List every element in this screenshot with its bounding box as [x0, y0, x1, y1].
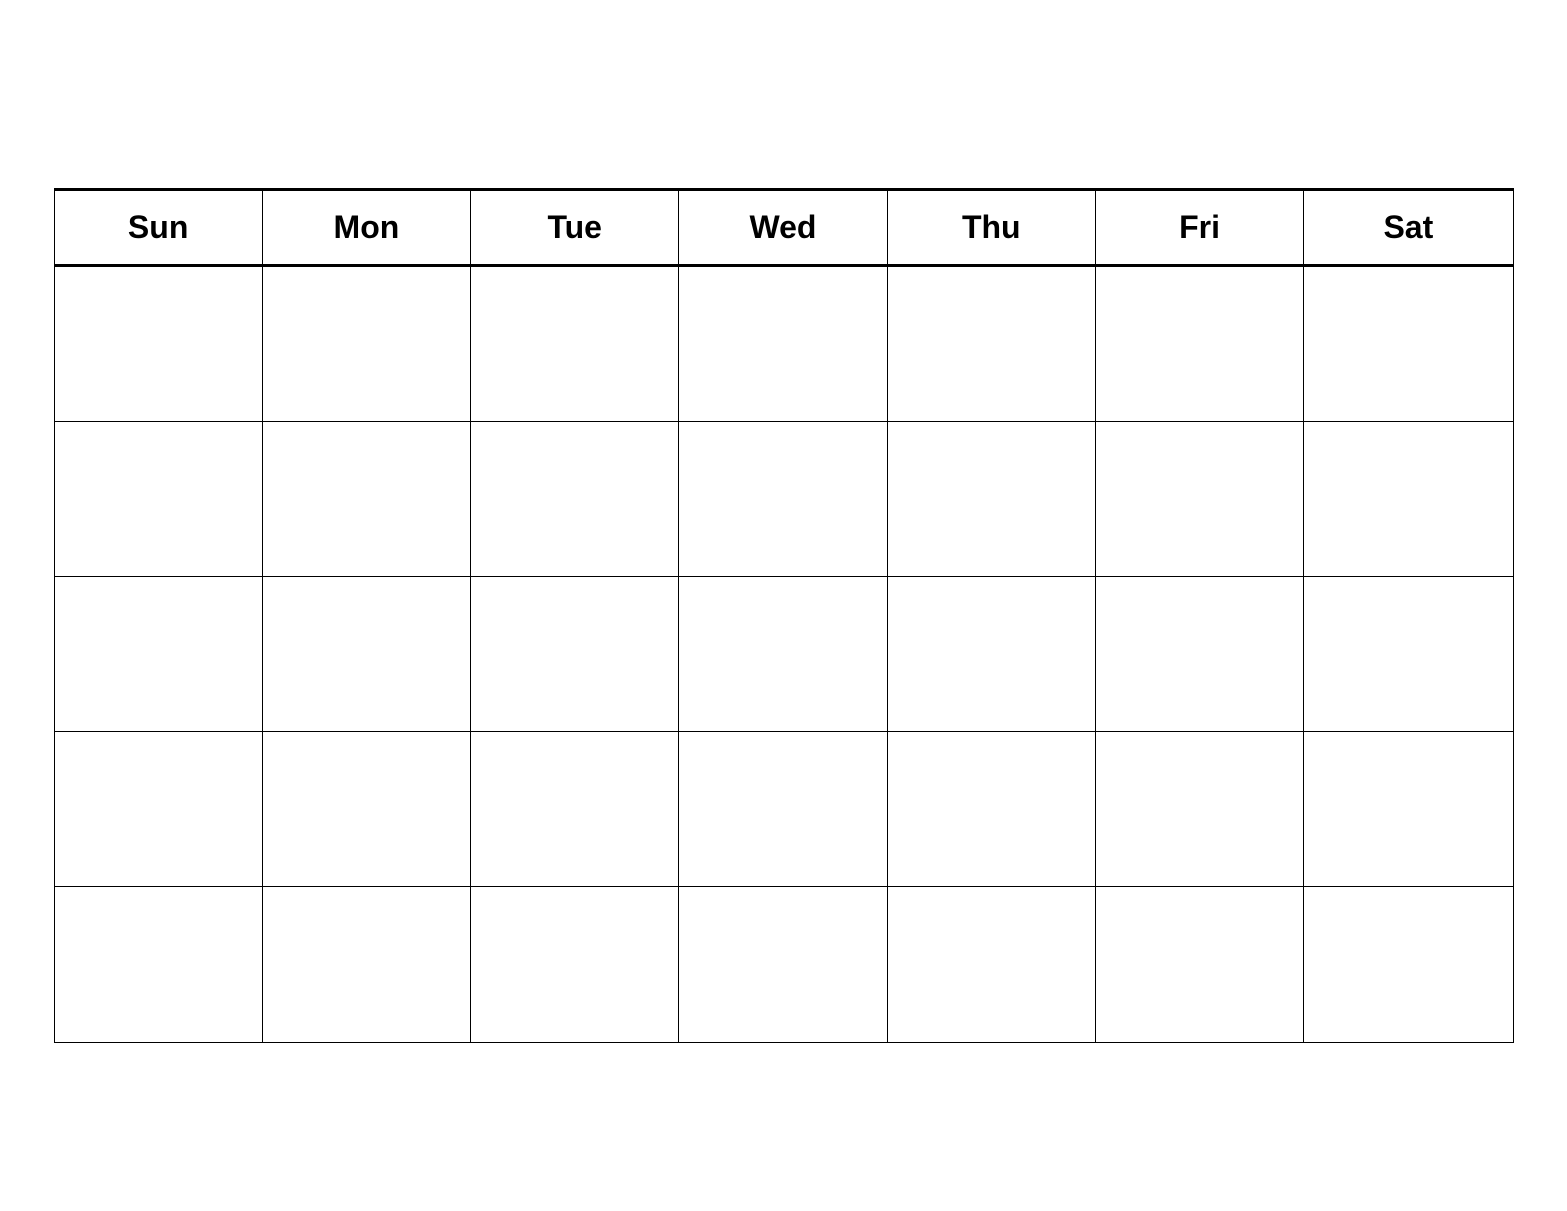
calendar-cell[interactable]	[471, 422, 679, 576]
calendar-row	[55, 267, 1513, 422]
calendar-cell[interactable]	[679, 422, 887, 576]
calendar-cell[interactable]	[1096, 422, 1304, 576]
calendar-cell[interactable]	[263, 422, 471, 576]
calendar-cell[interactable]	[679, 887, 887, 1042]
calendar-cell[interactable]	[1304, 887, 1512, 1042]
calendar-cell[interactable]	[888, 732, 1096, 886]
calendar-cell[interactable]	[1304, 732, 1512, 886]
calendar-cell[interactable]	[888, 577, 1096, 731]
calendar-body	[55, 267, 1513, 1042]
calendar-cell[interactable]	[263, 732, 471, 886]
calendar-row	[55, 732, 1513, 887]
calendar-cell[interactable]	[55, 732, 263, 886]
calendar-row	[55, 422, 1513, 577]
page-wrapper: Sun Mon Tue Wed Thu Fri Sat	[54, 168, 1514, 1043]
calendar-cell[interactable]	[888, 887, 1096, 1042]
header-fri: Fri	[1096, 191, 1304, 264]
calendar-cell[interactable]	[263, 577, 471, 731]
calendar-cell[interactable]	[888, 422, 1096, 576]
calendar-cell[interactable]	[471, 577, 679, 731]
calendar-cell[interactable]	[263, 887, 471, 1042]
header-mon: Mon	[263, 191, 471, 264]
calendar-cell[interactable]	[1096, 267, 1304, 421]
calendar-cell[interactable]	[1096, 577, 1304, 731]
header-wed: Wed	[679, 191, 887, 264]
header-sat: Sat	[1304, 191, 1512, 264]
header-tue: Tue	[471, 191, 679, 264]
calendar-row	[55, 887, 1513, 1042]
calendar-cell[interactable]	[55, 267, 263, 421]
calendar-cell[interactable]	[1096, 732, 1304, 886]
calendar-cell[interactable]	[471, 887, 679, 1042]
header-sun: Sun	[55, 191, 263, 264]
calendar-cell[interactable]	[1304, 577, 1512, 731]
calendar-cell[interactable]	[55, 887, 263, 1042]
calendar-cell[interactable]	[679, 267, 887, 421]
calendar-cell[interactable]	[679, 732, 887, 886]
calendar-cell[interactable]	[471, 267, 679, 421]
calendar-container: Sun Mon Tue Wed Thu Fri Sat	[54, 188, 1514, 1043]
calendar-cell[interactable]	[679, 577, 887, 731]
calendar-cell[interactable]	[1096, 887, 1304, 1042]
calendar-row	[55, 577, 1513, 732]
calendar-cell[interactable]	[1304, 422, 1512, 576]
header-thu: Thu	[888, 191, 1096, 264]
calendar-cell[interactable]	[55, 422, 263, 576]
calendar-cell[interactable]	[263, 267, 471, 421]
calendar-cell[interactable]	[471, 732, 679, 886]
calendar-header: Sun Mon Tue Wed Thu Fri Sat	[55, 191, 1513, 267]
calendar-cell[interactable]	[55, 577, 263, 731]
calendar-cell[interactable]	[1304, 267, 1512, 421]
calendar-cell[interactable]	[888, 267, 1096, 421]
